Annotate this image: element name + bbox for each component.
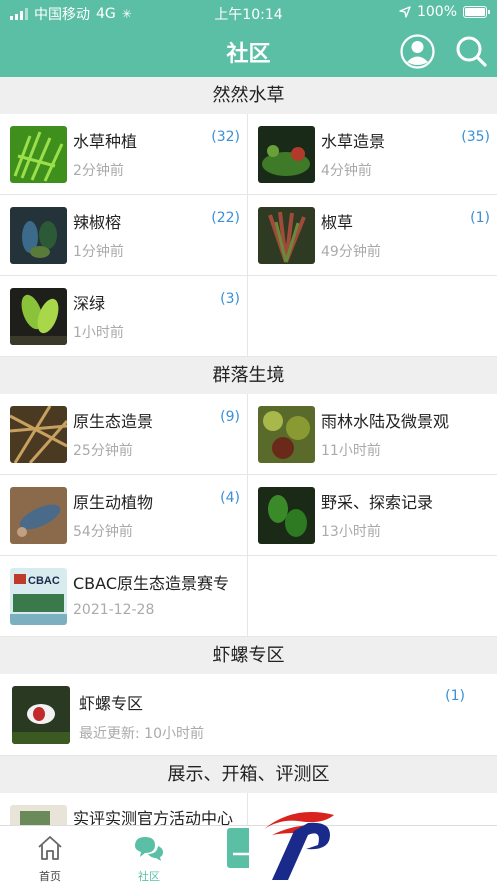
search-icon[interactable] <box>454 34 488 68</box>
forum-item[interactable]: 原生动植物 (4) 54分钟前 <box>0 475 248 556</box>
forum-time: 49分钟前 <box>321 244 381 260</box>
forum-title: 野采、探索记录 <box>321 493 434 512</box>
section-header: 群落生境 <box>0 357 497 394</box>
forum-count: (22) <box>211 210 240 226</box>
forum-title: 水草造景 <box>321 132 386 151</box>
forum-time: 1小时前 <box>73 325 124 341</box>
tab-home[interactable]: 首页 <box>15 826 85 883</box>
forum-title: 原生动植物 <box>73 493 154 512</box>
home-icon <box>38 836 62 860</box>
section-header: 然然水草 <box>0 77 497 114</box>
nav-bar: 社区 <box>0 26 497 77</box>
forum-title: 雨林水陆及微景观 <box>321 412 450 431</box>
forum-thumbnail <box>12 686 70 744</box>
tab-community[interactable]: 社区 <box>114 826 184 883</box>
forum-title: 辣椒榕 <box>73 213 122 232</box>
section-grid: 原生态造景 (9) 25分钟前 雨林水陆及微景观 11小时前 原生动植物 (4)… <box>0 394 497 637</box>
forum-thumbnail <box>258 207 315 264</box>
forum-count: (9) <box>220 409 240 425</box>
forum-thumbnail: CBAC <box>10 568 67 625</box>
forum-thumbnail <box>258 406 315 463</box>
forum-item[interactable]: 虾螺专区 (1) 最近更新: 10小时前 <box>0 674 497 756</box>
forum-list: 然然水草 水草种植 (32) 2分钟前 水草造景 (35) 4分钟前 辣椒榕 (… <box>0 77 497 833</box>
forum-thumbnail <box>10 288 67 345</box>
forum-item[interactable]: 水草种植 (32) 2分钟前 <box>0 114 248 195</box>
forum-time: 13小时前 <box>321 524 381 540</box>
thumbnail-logo-text: CBAC <box>28 575 60 587</box>
forum-time: 1分钟前 <box>73 244 124 260</box>
forum-title: 原生态造景 <box>73 412 154 431</box>
forum-time: 54分钟前 <box>73 524 133 540</box>
forum-time: 11小时前 <box>321 443 381 459</box>
forum-item[interactable]: 椒草 (1) 49分钟前 <box>248 195 497 276</box>
forum-time: 2分钟前 <box>73 163 124 179</box>
forum-title: 水草种植 <box>73 132 138 151</box>
forum-count: (4) <box>220 490 240 506</box>
forum-item[interactable]: 原生态造景 (9) 25分钟前 <box>0 394 248 475</box>
empty-cell <box>248 276 497 357</box>
forum-time: 25分钟前 <box>73 443 133 459</box>
forum-item[interactable]: 野采、探索记录 13小时前 <box>248 475 497 556</box>
forum-item[interactable]: CBAC CBAC原生态造景赛专 2021-12-28 <box>0 556 248 637</box>
tab-community-label: 社区 <box>138 870 160 883</box>
watermark-logo <box>264 812 334 880</box>
forum-thumbnail <box>258 487 315 544</box>
status-bar: 中国移动 4G ✳ 上午10:14 100% <box>0 0 497 26</box>
forum-time: 4分钟前 <box>321 163 372 179</box>
forum-count: (1) <box>445 688 465 704</box>
section-header: 展示、开箱、评测区 <box>0 756 497 793</box>
tab-home-label: 首页 <box>39 870 61 883</box>
status-right: 100% <box>399 4 490 20</box>
empty-cell <box>248 556 497 637</box>
forum-item[interactable]: 深绿 (3) 1小时前 <box>0 276 248 357</box>
forum-thumbnail <box>10 126 67 183</box>
forum-time: 2021-12-28 <box>73 602 155 618</box>
section-grid: 水草种植 (32) 2分钟前 水草造景 (35) 4分钟前 辣椒榕 (22) 1… <box>0 114 497 357</box>
section-header: 虾螺专区 <box>0 637 497 674</box>
forum-title: 虾螺专区 <box>79 694 144 713</box>
forum-item[interactable]: 辣椒榕 (22) 1分钟前 <box>0 195 248 276</box>
location-arrow-icon <box>399 6 411 18</box>
forum-title: 深绿 <box>73 294 106 313</box>
forum-item[interactable]: 雨林水陆及微景观 11小时前 <box>248 394 497 475</box>
forum-title: CBAC原生态造景赛专 <box>73 574 229 593</box>
forum-thumbnail <box>10 487 67 544</box>
forum-count: (35) <box>461 129 490 145</box>
forum-item[interactable]: 水草造景 (35) 4分钟前 <box>248 114 497 195</box>
post-button[interactable] <box>227 828 249 868</box>
forum-thumbnail <box>10 207 67 264</box>
battery-label: 100% <box>416 4 457 20</box>
forum-time: 最近更新: 10小时前 <box>79 726 204 742</box>
tab-bar: 首页 社区 <box>0 825 497 883</box>
user-icon[interactable] <box>400 34 435 69</box>
battery-icon <box>463 6 490 18</box>
forum-count: (3) <box>220 291 240 307</box>
forum-thumbnail <box>10 406 67 463</box>
plus-icon <box>233 852 249 856</box>
forum-count: (1) <box>470 210 490 226</box>
forum-title: 椒草 <box>321 213 354 232</box>
forum-thumbnail <box>258 126 315 183</box>
forum-count: (32) <box>211 129 240 145</box>
chat-bubbles-icon <box>135 837 163 861</box>
